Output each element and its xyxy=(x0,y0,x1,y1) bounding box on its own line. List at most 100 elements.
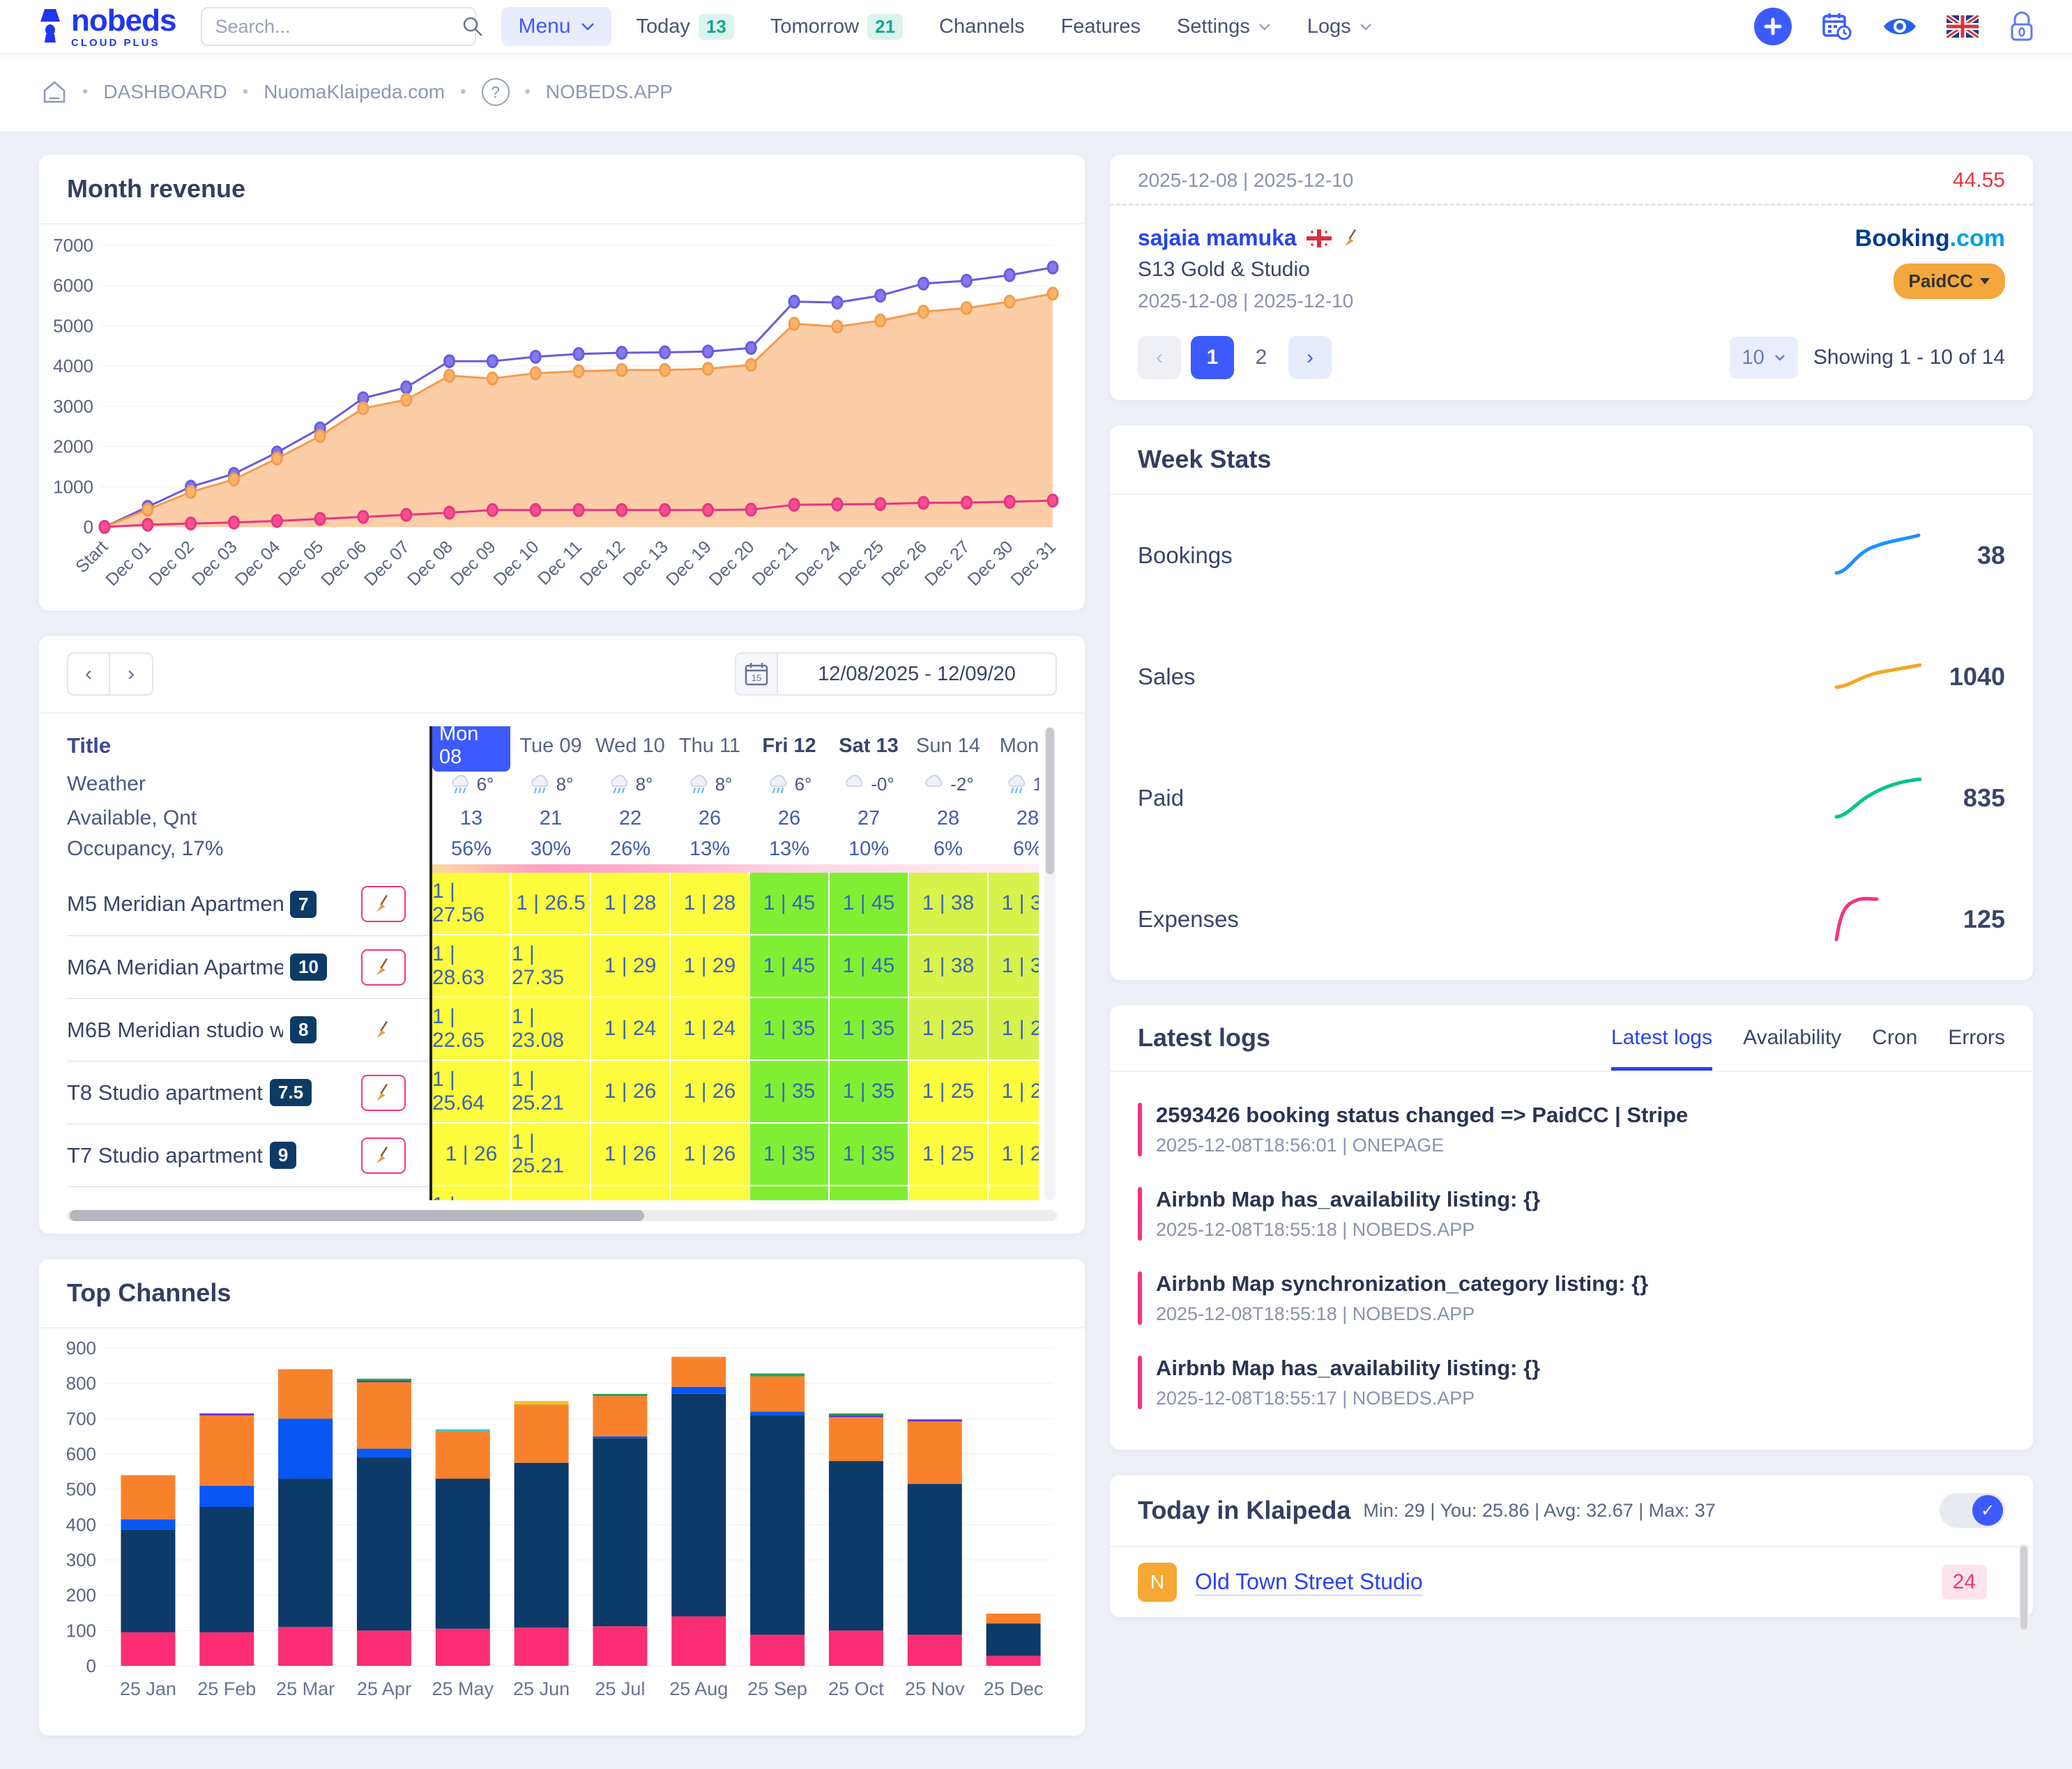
per-page-select[interactable]: 10 xyxy=(1730,337,1798,378)
nav-item-today[interactable]: Today13 xyxy=(637,14,734,40)
add-button[interactable] xyxy=(1754,8,1792,45)
broom-button[interactable] xyxy=(361,949,406,986)
calendar-cell[interactable]: 1 | 45 xyxy=(750,935,828,997)
menu-button[interactable]: Menu xyxy=(501,7,611,46)
day-header[interactable]: Wed 10 xyxy=(591,726,669,765)
tab-errors[interactable]: Errors xyxy=(1948,1006,2005,1069)
search-input[interactable] xyxy=(215,16,462,38)
payment-status-button[interactable]: PaidCC xyxy=(1894,263,2005,299)
day-header[interactable]: Tue 09 xyxy=(512,726,590,765)
breadcrumb-dashboard[interactable]: DASHBOARD xyxy=(103,81,227,103)
nav-item-logs[interactable]: Logs xyxy=(1307,15,1372,38)
home-icon[interactable] xyxy=(42,79,67,105)
eye-icon[interactable] xyxy=(1882,15,1917,38)
nav-item-tomorrow[interactable]: Tomorrow21 xyxy=(770,14,903,40)
calendar-cell[interactable]: 1 | 25 xyxy=(989,998,1039,1059)
calendar-cell[interactable]: 1 | 24 xyxy=(671,998,749,1059)
calendar-cell[interactable]: 1 | 35 xyxy=(830,998,908,1059)
language-flag-icon[interactable] xyxy=(1947,15,1979,38)
tab-cron[interactable]: Cron xyxy=(1872,1006,1917,1069)
property-name[interactable]: M6A Meridian Apartme xyxy=(67,955,283,980)
calendar-prev-button[interactable]: ‹ xyxy=(67,652,110,696)
calendar-cell[interactable]: 1 | 35 xyxy=(830,1061,908,1122)
calendar-cell[interactable]: 1 | 45 xyxy=(830,873,908,934)
calendar-cell[interactable]: 1 | 29 xyxy=(591,935,669,997)
property-name[interactable]: T7 Studio apartment xyxy=(67,1143,263,1168)
calendar-cell[interactable]: 1 | 26 xyxy=(432,1124,510,1185)
calendar-cell[interactable]: 1 | 28 xyxy=(591,873,669,934)
day-header[interactable]: Mon 1 xyxy=(989,726,1039,765)
calendar-cell[interactable]: 1 | 26.5 xyxy=(512,873,590,934)
calendar-cell[interactable]: 1 | 38 xyxy=(989,935,1039,997)
broom-button[interactable] xyxy=(361,1138,406,1174)
breadcrumb-app[interactable]: NOBEDS.APP xyxy=(546,81,673,103)
page-next-button[interactable]: › xyxy=(1288,336,1332,379)
brand-logo[interactable]: nobeds CLOUD PLUS xyxy=(36,6,176,48)
calendar-cell[interactable]: 1 | 25.21 xyxy=(512,1061,590,1122)
calendar-cell[interactable]: 1 | 25 xyxy=(909,1061,987,1122)
property-name[interactable]: M5 Meridian Apartment xyxy=(67,891,283,917)
calendar-cell[interactable]: 1 | 45 xyxy=(750,873,828,934)
breadcrumb-site[interactable]: NuomaKlaipeda.com xyxy=(264,81,445,103)
calendar-cell[interactable]: 1 | 26 xyxy=(671,1124,749,1185)
day-header[interactable]: Fri 12 xyxy=(750,726,828,765)
broom-button[interactable] xyxy=(361,1200,406,1201)
broom-button[interactable] xyxy=(361,886,406,922)
day-header[interactable]: Sat 13 xyxy=(830,726,908,765)
calendar-cell[interactable]: 1 | 35 xyxy=(830,1124,908,1185)
calendar-cell[interactable]: 1 | 30 xyxy=(750,1186,828,1200)
calendar-cell[interactable]: 1 | 38 xyxy=(909,935,987,997)
calendar-cell[interactable]: 1 | 27.56 xyxy=(432,873,510,934)
property-name[interactable]: M6B Meridian studio wit xyxy=(67,1018,283,1043)
calendar-clock-icon[interactable] xyxy=(1821,10,1853,43)
calendar-cell[interactable]: 1 | 25 xyxy=(989,1124,1039,1185)
calendar-cell[interactable]: 1 | 27 xyxy=(591,1186,669,1200)
calendar-cell[interactable]: 1 | 26 xyxy=(671,1061,749,1122)
calendar-cell[interactable]: 1 | 28.63 xyxy=(432,935,510,997)
calendar-cell[interactable]: 1 | 25.21 xyxy=(512,1124,590,1185)
day-header[interactable]: Thu 11 xyxy=(671,726,749,765)
booking-com-logo[interactable]: Booking.com xyxy=(1855,225,2005,252)
calendar-horizontal-scrollbar[interactable] xyxy=(67,1210,1057,1221)
calendar-cell[interactable]: 1 | 45 xyxy=(830,935,908,997)
page-prev-button[interactable]: ‹ xyxy=(1138,336,1181,379)
date-range-input[interactable]: 12/08/2025 - 12/09/20 xyxy=(778,652,1057,696)
tab-availability[interactable]: Availability xyxy=(1743,1006,1841,1069)
page-2-button[interactable]: 2 xyxy=(1244,336,1279,379)
day-header[interactable]: Mon 08 xyxy=(432,726,510,765)
page-1-button[interactable]: 1 xyxy=(1191,336,1234,379)
calendar-cell[interactable]: 1 | 30 xyxy=(830,1186,908,1200)
calendar-cell[interactable]: 1 | 38 xyxy=(909,873,987,934)
nav-item-settings[interactable]: Settings xyxy=(1177,15,1271,38)
calendar-cell[interactable]: 1 | 22.65 xyxy=(432,998,510,1059)
calendar-cell[interactable]: 1 | 25 xyxy=(909,1124,987,1185)
calendar-cell[interactable]: 1 | 27.35 xyxy=(512,935,590,997)
calendar-cell[interactable]: 1 | 25.64 xyxy=(432,1061,510,1122)
calendar-cell[interactable]: 1 | 26 xyxy=(591,1124,669,1185)
today-scrollbar[interactable] xyxy=(2019,1543,2029,1645)
help-icon[interactable]: ? xyxy=(482,78,510,106)
guest-name-link[interactable]: sajaia mamuka xyxy=(1138,225,1297,251)
nav-item-features[interactable]: Features xyxy=(1061,15,1141,38)
calendar-cell[interactable]: 1 | 25 xyxy=(909,998,987,1059)
calendar-cell[interactable]: 1 | 35 xyxy=(750,1061,828,1122)
search-icon[interactable] xyxy=(462,15,484,38)
calendar-cell[interactable]: 1 | 23.08 xyxy=(512,998,590,1059)
calendar-cell[interactable]: 1 | 26.5 xyxy=(512,1186,590,1200)
calendar-cell[interactable]: 1 | 25 xyxy=(909,1186,987,1200)
calendar-next-button[interactable]: › xyxy=(110,652,153,696)
calendar-cell[interactable]: 1 | 35 xyxy=(750,1124,828,1185)
lock-icon[interactable] xyxy=(2008,10,2036,43)
broom-button[interactable] xyxy=(361,1075,406,1111)
calendar-cell[interactable]: 1 | 24 xyxy=(591,998,669,1059)
day-header[interactable]: Sun 14 xyxy=(909,726,987,765)
calendar-cell[interactable]: 1 | 26.71 xyxy=(432,1186,510,1200)
property-name[interactable]: T8 Studio apartment xyxy=(67,1080,263,1105)
calendar-cell[interactable]: 1 | 27 xyxy=(671,1186,749,1200)
today-toggle[interactable]: ✓ xyxy=(1940,1493,2005,1528)
calendar-cell[interactable]: 1 | 26 xyxy=(591,1061,669,1122)
unit-link[interactable]: Old Town Street Studio xyxy=(1195,1569,1423,1595)
calendar-cell[interactable]: 1 | 29 xyxy=(671,935,749,997)
calendar-vertical-scrollbar[interactable] xyxy=(1044,726,1056,1200)
calendar-cell[interactable]: 1 | 25 xyxy=(989,1061,1039,1122)
